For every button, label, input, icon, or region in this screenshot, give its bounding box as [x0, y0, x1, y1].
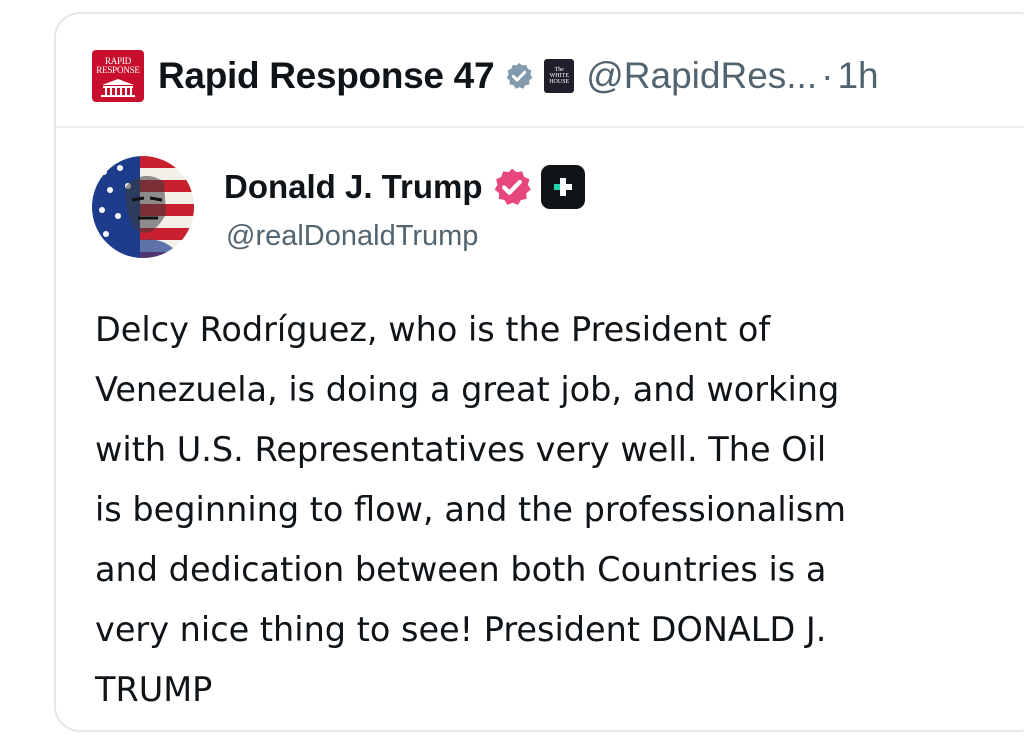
author-avatar[interactable]	[92, 156, 194, 258]
post-text-line: TRUMP	[95, 670, 213, 709]
rapid-response-logo-text: RAPID RESPONSE	[92, 57, 144, 75]
post-text-line: very nice thing to see! President DONALD…	[95, 610, 827, 649]
quoting-account-handle[interactable]: @RapidRes...	[586, 55, 817, 97]
post-text-line: Delcy Rodríguez, who is the President of	[95, 310, 771, 349]
screenshot-page: RAPID RESPONSE Rapid Response 47 The WHI	[0, 0, 1024, 739]
affiliate-line-3: HOUSE	[549, 79, 570, 85]
verified-pink-badge-icon[interactable]	[491, 166, 533, 208]
post-text-line: Venezuela, is doing a great job, and wor…	[95, 370, 840, 409]
quoting-post-header: RAPID RESPONSE Rapid Response 47 The WHI	[92, 48, 879, 104]
post-text-line: is beginning to flow, and the profession…	[95, 490, 847, 529]
truth-social-icon[interactable]	[540, 165, 585, 209]
white-house-affiliate-icon[interactable]: The WHITE HOUSE	[544, 59, 575, 93]
post-text-line: with U.S. Representatives very well. The…	[95, 430, 827, 469]
author-display-name[interactable]: Donald J. Trump	[224, 168, 483, 206]
author-name-row: Donald J. Trump	[224, 162, 585, 212]
post-text-line: and dedication between both Countries is…	[95, 550, 827, 589]
header-divider	[56, 126, 1024, 128]
white-house-graphic-icon	[101, 79, 135, 97]
post-body-text: Delcy Rodríguez, who is the President of…	[95, 300, 1005, 720]
logo-text-line-2: RESPONSE	[96, 65, 140, 75]
flag-portrait-avatar-icon	[92, 156, 194, 258]
verified-gray-badge-icon[interactable]	[504, 61, 534, 91]
quoting-account-name[interactable]: Rapid Response 47	[158, 55, 495, 97]
truth-social-glyph-icon	[553, 178, 572, 196]
rapid-response-avatar[interactable]: RAPID RESPONSE	[92, 50, 144, 102]
post-timestamp[interactable]: 1h	[837, 55, 878, 97]
time-separator: ·	[821, 55, 834, 96]
author-handle[interactable]: @realDonaldTrump	[226, 220, 478, 253]
